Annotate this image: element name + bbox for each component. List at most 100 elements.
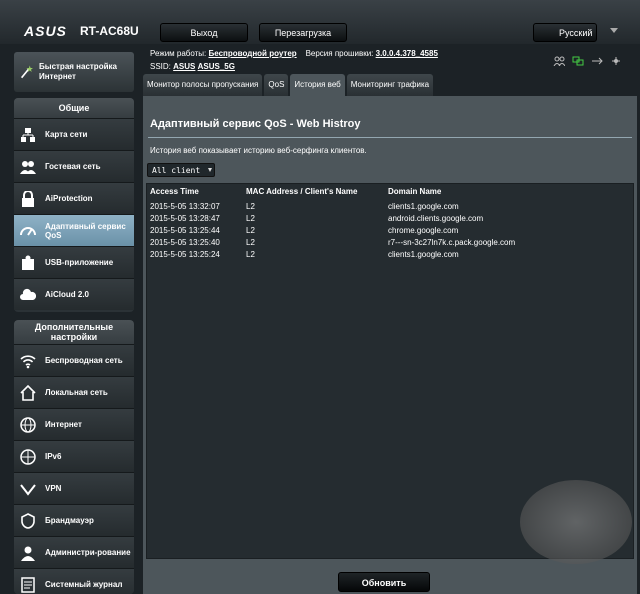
ssid-link-2[interactable]: ASUS_5G (198, 62, 235, 71)
table-cell-mac: L2 (246, 226, 255, 235)
users-icon[interactable] (553, 56, 566, 67)
table-cell-mac: L2 (246, 250, 255, 259)
sidebar-item-label: Администри-рование (45, 548, 131, 557)
sidebar-item-network-map[interactable]: Карта сети (14, 118, 134, 150)
sidebar-item-wireless[interactable]: Беспроводная сеть (14, 344, 134, 376)
sidebar-item-vpn[interactable]: VPN (14, 472, 134, 504)
usb-icon[interactable] (591, 56, 603, 66)
table-cell-time: 2015-5-05 13:32:07 (150, 202, 220, 211)
table-cell-domain: clients1.google.com (388, 202, 459, 211)
sidebar-item-adaptive-qos[interactable]: Адаптивный сервис QoS (14, 214, 134, 246)
firmware-link[interactable]: 3.0.0.4.378_4585 (376, 49, 438, 58)
sidebar-item-usb-app[interactable]: USB-приложение (14, 246, 134, 278)
sidebar-item-aicloud[interactable]: AiCloud 2.0 (14, 278, 134, 310)
admin-person-icon (20, 545, 36, 561)
table-cell-mac: L2 (246, 238, 255, 247)
guests-icon (20, 159, 36, 175)
sidebar-item-label: Гостевая сеть (45, 162, 101, 171)
sidebar-item-label: Интернет (45, 420, 82, 429)
mode-link[interactable]: Беспроводной роутер (209, 49, 297, 58)
page-title: Адаптивный сервис QoS - Web Histroy (150, 118, 361, 130)
general-section: Общие Карта сети Гостевая сеть AiProtect… (14, 98, 134, 312)
puzzle-icon (20, 255, 36, 271)
divider (148, 137, 632, 138)
column-header-domain: Domain Name (388, 187, 442, 196)
cloud-icon (20, 287, 36, 303)
settings-icon[interactable] (610, 56, 622, 66)
tab-bandwidth-monitor[interactable]: Монитор полосы пропускания (143, 74, 263, 96)
advanced-section: Дополнительные настройки Беспроводная се… (14, 320, 134, 594)
table-cell-domain: r7---sn-3c27ln7k.c.pack.google.com (388, 238, 516, 247)
sidebar-item-aiprotection[interactable]: AiProtection (14, 182, 134, 214)
sidebar-item-label: Беспроводная сеть (45, 356, 123, 365)
sidebar-item-label: IPv6 (45, 452, 62, 461)
table-cell-time: 2015-5-05 13:25:40 (150, 238, 220, 247)
log-icon (20, 576, 36, 593)
ssid-link-1[interactable]: ASUS (173, 62, 195, 71)
table-cell-time: 2015-5-05 13:25:24 (150, 250, 220, 259)
table-cell-domain: clients1.google.com (388, 250, 459, 259)
sidebar-item-firewall[interactable]: Брандмауэр (14, 504, 134, 536)
sidebar-item-lan[interactable]: Локальная сеть (14, 376, 134, 408)
status-icons (553, 56, 622, 67)
home-icon (20, 384, 36, 401)
sidebar-item-internet[interactable]: Интернет (14, 408, 134, 440)
tab-bar: Монитор полосы пропускания QoS История в… (143, 74, 434, 96)
sidebar-item-label: Адаптивный сервис QoS (45, 221, 126, 240)
general-title: Общие (14, 98, 134, 118)
advanced-title: Дополнительные настройки (14, 320, 134, 344)
watermark-logo (520, 480, 632, 564)
table-cell-time: 2015-5-05 13:25:44 (150, 226, 220, 235)
quick-setup-label: Быстрая настройка Интернет (38, 62, 117, 81)
logout-button[interactable]: Выход (160, 23, 248, 42)
sidebar-item-label: VPN (45, 484, 62, 493)
sidebar-item-label: Карта сети (45, 130, 88, 139)
ssid-label: SSID: (150, 62, 171, 71)
wifi-icon (20, 353, 36, 369)
sidebar-item-ipv6[interactable]: IPv6 (14, 440, 134, 472)
page-description: История веб показывает историю веб-серфи… (150, 146, 367, 155)
language-select[interactable]: Русский (533, 23, 597, 42)
client-select[interactable]: All client (147, 163, 215, 177)
column-header-access-time: Access Time (150, 187, 199, 196)
table-cell-domain: android.clients.google.com (388, 214, 484, 223)
quick-internet-setup[interactable]: Быстрая настройка Интернет (14, 52, 134, 92)
network-icon[interactable] (572, 56, 584, 66)
tab-web-history[interactable]: История веб (290, 74, 345, 96)
mode-label: Режим работы: (150, 49, 207, 58)
sidebar-item-label: Локальная сеть (45, 388, 108, 397)
column-header-client: MAC Address / Client's Name (246, 187, 358, 196)
sidebar-item-guest-network[interactable]: Гостевая сеть (14, 150, 134, 182)
gauge-icon (20, 223, 36, 239)
ssid-line: SSID: ASUS ASUS_5G (150, 62, 235, 71)
top-bar: ASUS RT-AC68U Выход Перезагрузка Русский (0, 0, 640, 44)
sidebar-item-label: Брандмауэр (45, 516, 94, 525)
table-cell-domain: chrome.google.com (388, 226, 459, 235)
wand-icon (20, 65, 33, 79)
table-cell-mac: L2 (246, 214, 255, 223)
refresh-button[interactable]: Обновить (338, 572, 430, 592)
sidebar-item-label: AiCloud 2.0 (45, 290, 90, 299)
operation-mode-line: Режим работы: Беспроводной роутер Версия… (150, 49, 438, 58)
sidebar-item-label: Системный журнал (45, 580, 123, 589)
model-name: RT-AC68U (80, 24, 139, 38)
sidebar-item-label: AiProtection (45, 194, 93, 203)
table-cell-mac: L2 (246, 202, 255, 211)
sidebar-item-system-log[interactable]: Системный журнал (14, 568, 134, 594)
chevron-down-icon (208, 168, 212, 172)
tab-qos[interactable]: QoS (264, 74, 289, 96)
table-cell-time: 2015-5-05 13:28:47 (150, 214, 220, 223)
sidebar-item-administration[interactable]: Администри-рование (14, 536, 134, 568)
client-select-value: All client (152, 166, 201, 175)
vpn-icon (20, 481, 36, 497)
firewall-icon (20, 512, 36, 529)
sidebar-item-label: USB-приложение (45, 258, 114, 267)
chevron-down-icon[interactable] (610, 28, 618, 33)
globe-icon (20, 416, 36, 433)
ipv6-globe-icon (20, 448, 36, 465)
tab-traffic-monitor[interactable]: Мониторинг трафика (346, 74, 434, 96)
network-map-icon (20, 127, 36, 143)
lock-icon (20, 190, 36, 207)
reboot-button[interactable]: Перезагрузка (259, 23, 347, 42)
firmware-label: Версия прошивки: (305, 49, 374, 58)
